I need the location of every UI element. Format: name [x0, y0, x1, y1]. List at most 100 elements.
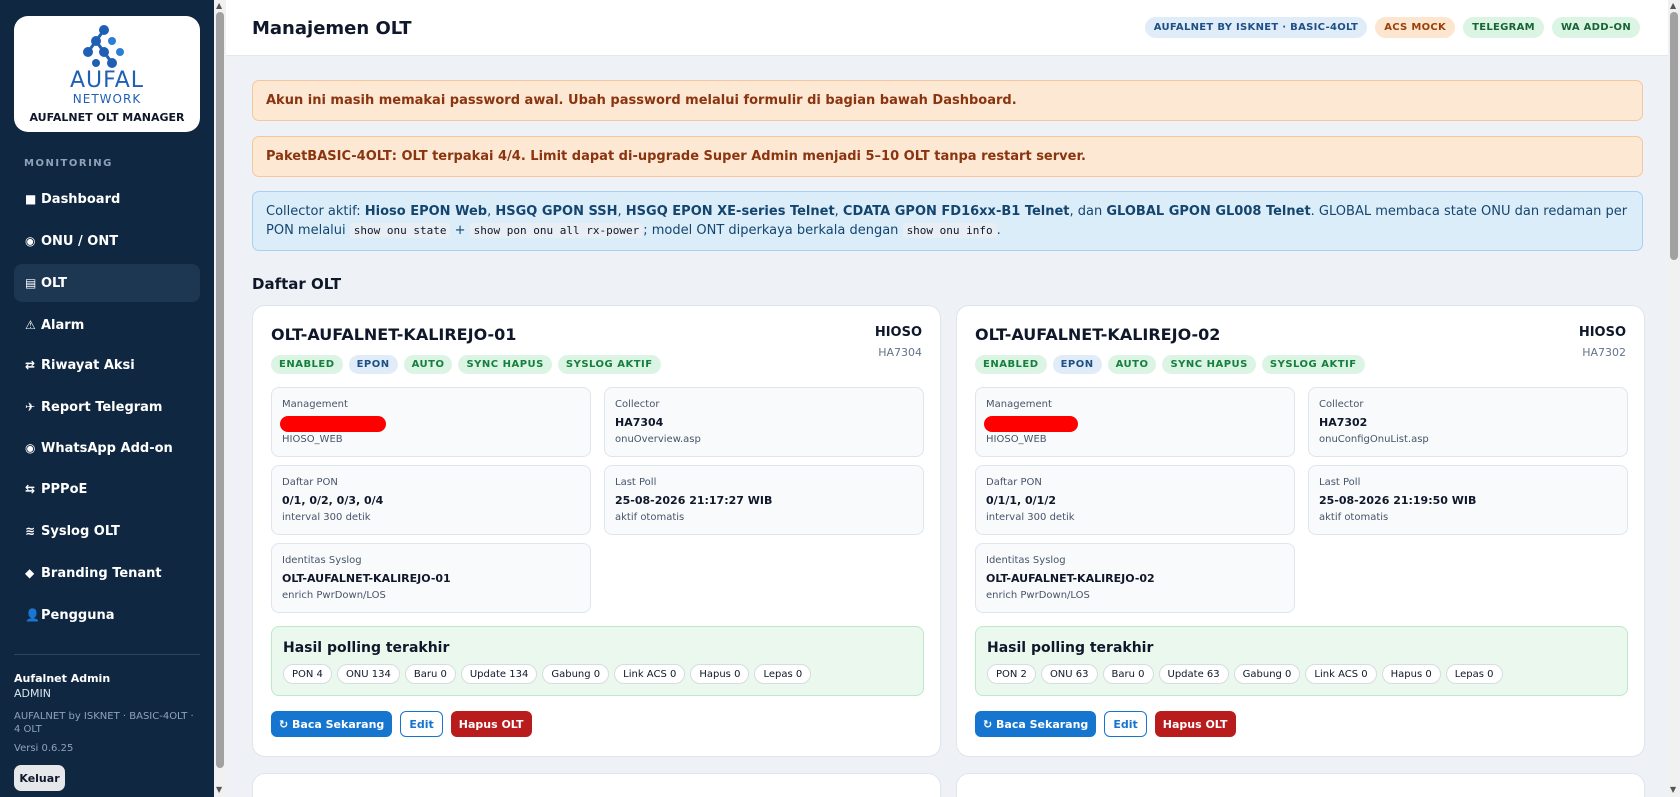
- pon-box: Daftar PON 0/1/1, 0/1/2 interval 300 det…: [975, 465, 1295, 535]
- sidebar-item-dashboard[interactable]: ■ Dashboard: [14, 180, 200, 218]
- scroll-up-icon[interactable]: ▲: [1670, 1, 1676, 10]
- read-now-button[interactable]: ↻ Baca Sekarang: [271, 711, 393, 737]
- syslog-icon: ≋: [25, 524, 36, 538]
- delete-olt-button[interactable]: Hapus OLT: [450, 711, 532, 737]
- management-type: HIOSO_WEB: [282, 434, 343, 445]
- olt-card-partial: [252, 773, 941, 797]
- poll-chip: Update 63: [1158, 664, 1229, 684]
- branding-icon: ◆: [25, 566, 35, 580]
- collector-value: HA7304: [615, 416, 664, 429]
- management-label: Management: [282, 399, 348, 410]
- collector-value: HA7302: [1319, 416, 1368, 429]
- last-poll-label: Last Poll: [615, 477, 657, 488]
- olt-icon: ▤: [25, 276, 37, 290]
- collector-text: Collector aktif:: [266, 204, 365, 219]
- edit-button[interactable]: Edit: [400, 711, 443, 737]
- sidebar-item-branding-tenant[interactable]: ◆ Branding Tenant: [14, 554, 200, 592]
- onu-icon: ◉: [25, 234, 36, 248]
- collector-source: onuOverview.asp: [615, 434, 701, 445]
- app-version: Versi 0.6.25: [14, 743, 74, 754]
- poll-chip: Hapus 0: [1381, 664, 1441, 684]
- sidebar-item-label: Riwayat Aksi: [41, 357, 135, 373]
- last-poll-status: aktif otomatis: [615, 512, 685, 523]
- type-badge: EPON: [348, 355, 398, 374]
- poll-result-chips: PON 2 ONU 63 Baru 0 Update 63 Gabung 0 L…: [987, 664, 1503, 684]
- sidebar-scrollbar-thumb[interactable]: [216, 12, 224, 768]
- sidebar-item-pengguna[interactable]: 👤 Pengguna: [14, 596, 200, 634]
- syslog-box: Identitas Syslog OLT-AUFALNET-KALIREJO-0…: [271, 543, 591, 613]
- poll-chip: Baru 0: [404, 664, 456, 684]
- last-poll-box: Last Poll 25-08-2026 21:17:27 WIB aktif …: [604, 465, 924, 535]
- telegram-badge: TELEGRAM: [1463, 17, 1544, 38]
- sidebar-item-label: WhatsApp Add-on: [41, 440, 173, 456]
- pon-label: Daftar PON: [986, 477, 1042, 488]
- last-poll-label: Last Poll: [1319, 477, 1361, 488]
- command-code: show pon onu all rx-power: [469, 223, 644, 238]
- poll-result-chips: PON 4 ONU 134 Baru 0 Update 134 Gabung 0…: [283, 664, 812, 684]
- collector-label: Collector: [615, 399, 660, 410]
- tenant-badge: AUFALNET BY ISKNET · BASIC-4OLT: [1144, 17, 1368, 38]
- pppoe-icon: ⇆: [25, 482, 36, 496]
- last-poll-value: 25-08-2026 21:17:27 WIB: [615, 494, 773, 507]
- sidebar-item-report-telegram[interactable]: ✈ Report Telegram: [14, 388, 200, 426]
- sidebar-item-onu-ont[interactable]: ◉ ONU / ONT: [14, 222, 200, 260]
- collector-info-alert: Collector aktif: Hioso EPON Web, HSGQ GP…: [252, 191, 1643, 251]
- sidebar-item-label: Pengguna: [41, 607, 115, 623]
- collector-text: , dan: [1069, 204, 1107, 219]
- poll-chip: Lepas 0: [754, 664, 812, 684]
- scroll-down-icon[interactable]: ▼: [216, 785, 222, 794]
- collector-text: ,: [617, 204, 626, 219]
- scroll-down-icon[interactable]: ▼: [1670, 785, 1676, 794]
- acs-mock-badge: ACS MOCK: [1375, 17, 1456, 38]
- poll-result-box: Hasil polling terakhir PON 2 ONU 63 Baru…: [975, 626, 1628, 696]
- scroll-up-icon[interactable]: ▲: [216, 1, 222, 10]
- last-poll-status: aktif otomatis: [1319, 512, 1389, 523]
- sidebar-item-label: PPPoE: [41, 481, 88, 497]
- logout-button[interactable]: Keluar: [14, 765, 65, 791]
- collector-source: onuConfigOnuList.asp: [1319, 434, 1429, 445]
- sidebar-item-riwayat-aksi[interactable]: ⇄ Riwayat Aksi: [14, 346, 200, 384]
- logo-mark-icon: [83, 25, 124, 68]
- sidebar-item-whatsapp-addon[interactable]: ◉ WhatsApp Add-on: [14, 429, 200, 467]
- whatsapp-icon: ◉: [25, 441, 36, 455]
- poll-chip: Link ACS 0: [614, 664, 686, 684]
- poll-result-box: Hasil polling terakhir PON 4 ONU 134 Bar…: [271, 626, 924, 696]
- management-box: Management HIOSO_WEB: [975, 387, 1295, 457]
- main-scrollbar-thumb[interactable]: [1670, 12, 1678, 260]
- tenant-name: AUFALNET by ISKNET: [14, 711, 120, 722]
- sidebar-item-pppoe[interactable]: ⇆ PPPoE: [14, 470, 200, 508]
- delete-olt-button[interactable]: Hapus OLT: [1154, 711, 1236, 737]
- mode-badge: AUTO: [1107, 355, 1157, 374]
- sidebar-divider: [14, 654, 200, 655]
- pon-interval: interval 300 detik: [282, 512, 371, 523]
- sidebar-item-label: Syslog OLT: [41, 523, 120, 539]
- sidebar-scrollbar[interactable]: ▲ ▼: [214, 0, 226, 797]
- collector-cdata: CDATA GPON FD16xx-B1 Telnet: [842, 204, 1070, 219]
- management-box: Management HIOSO_WEB: [271, 387, 591, 457]
- sidebar-item-olt[interactable]: ▤ OLT: [14, 264, 200, 302]
- alarm-icon: ⚠: [25, 318, 36, 332]
- olt-actions: ↻ Baca Sekarang Edit Hapus OLT: [975, 711, 1236, 737]
- olt-vendor: HIOSO: [1578, 325, 1626, 340]
- syslog-enrich: enrich PwrDown/LOS: [986, 590, 1090, 601]
- package-name: BASIC-4OLT: [307, 149, 392, 164]
- main-scrollbar[interactable]: ▲ ▼: [1668, 0, 1680, 797]
- package-prefix: Paket: [266, 149, 308, 164]
- poll-chip: Baru 0: [1102, 664, 1154, 684]
- edit-button[interactable]: Edit: [1104, 711, 1147, 737]
- pon-value: 0/1, 0/2, 0/3, 0/4: [282, 494, 384, 507]
- type-badge: EPON: [1052, 355, 1102, 374]
- header-badges: AUFALNET BY ISKNET · BASIC-4OLT ACS MOCK…: [1144, 17, 1640, 38]
- olt-model: HA7304: [878, 346, 922, 359]
- command-code: show onu state: [349, 223, 451, 238]
- pon-box: Daftar PON 0/1, 0/2, 0/3, 0/4 interval 3…: [271, 465, 591, 535]
- read-now-button[interactable]: ↻ Baca Sekarang: [975, 711, 1097, 737]
- sidebar-item-syslog-olt[interactable]: ≋ Syslog OLT: [14, 512, 200, 550]
- poll-chip: Gabung 0: [1233, 664, 1301, 684]
- collector-hsgq-epon: HSGQ EPON XE-series Telnet: [625, 204, 835, 219]
- syslog-enrich: enrich PwrDown/LOS: [282, 590, 386, 601]
- syslog-label: Identitas Syslog: [282, 555, 362, 566]
- management-type: HIOSO_WEB: [986, 434, 1047, 445]
- status-badge: ENABLED: [975, 355, 1047, 374]
- sidebar-item-alarm[interactable]: ⚠ Alarm: [14, 306, 200, 344]
